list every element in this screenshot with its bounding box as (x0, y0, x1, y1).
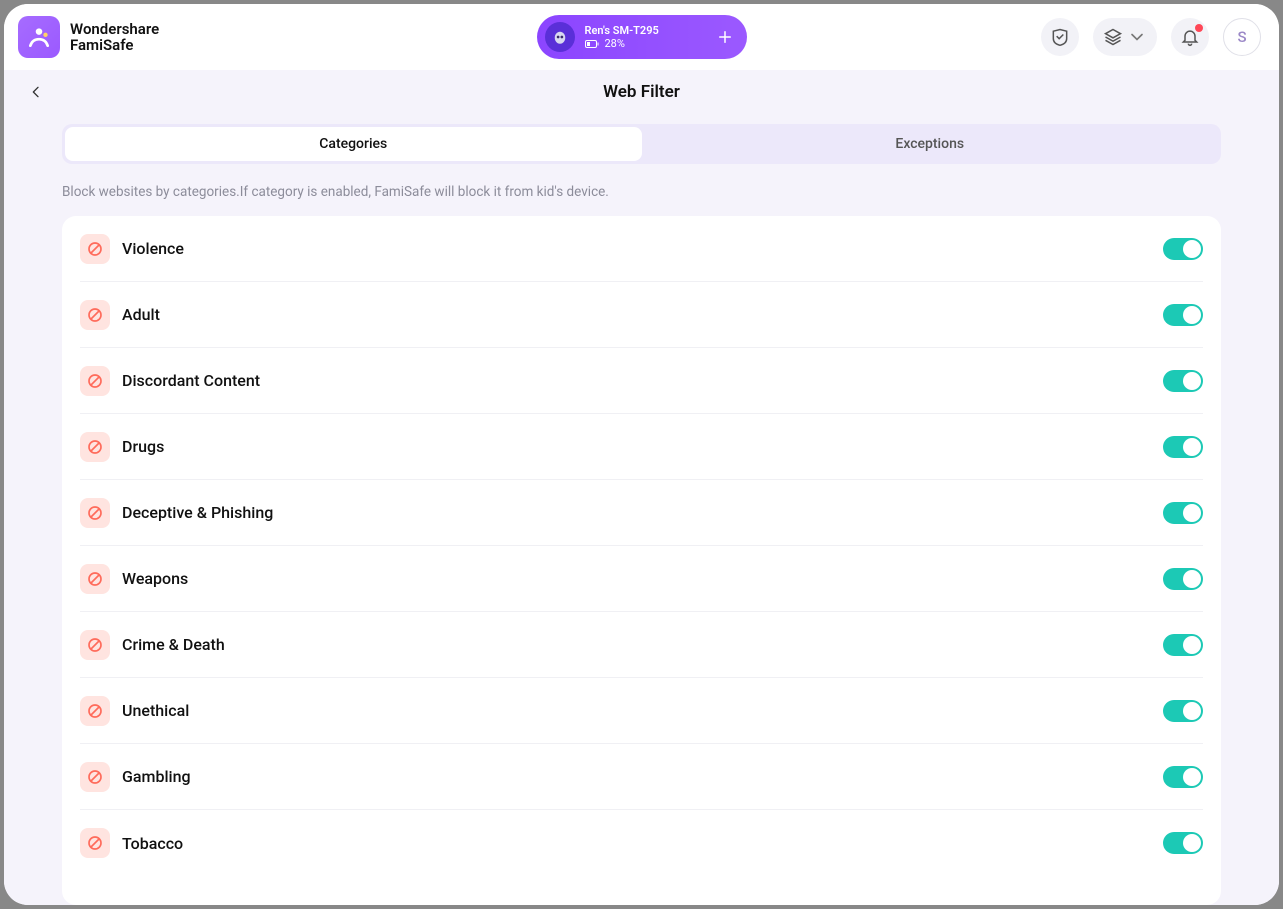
category-row: Tobacco (80, 810, 1203, 876)
device-selector[interactable]: Ren's SM-T295 28% (537, 15, 747, 59)
device-avatar-icon (545, 22, 575, 52)
category-label: Deceptive & Phishing (122, 503, 1151, 522)
category-label: Crime & Death (122, 635, 1151, 654)
avatar-initial: S (1237, 28, 1246, 46)
category-label: Weapons (122, 569, 1151, 588)
header-actions: S (1041, 18, 1261, 56)
block-icon (80, 696, 110, 726)
add-device-button[interactable] (713, 25, 737, 49)
category-row: Unethical (80, 678, 1203, 744)
category-label: Drugs (122, 437, 1151, 456)
category-toggle[interactable] (1163, 304, 1203, 326)
help-text: Block websites by categories.If category… (62, 184, 1221, 200)
header: Wondershare FamiSafe Ren's SM-T295 (4, 4, 1279, 70)
category-row: Discordant Content (80, 348, 1203, 414)
content: Categories Exceptions Block websites by … (4, 114, 1279, 905)
tab-categories[interactable]: Categories (65, 127, 642, 161)
category-toggle[interactable] (1163, 568, 1203, 590)
chevron-down-icon (1127, 27, 1147, 47)
category-toggle[interactable] (1163, 766, 1203, 788)
app-logo-icon (18, 16, 60, 58)
category-toggle[interactable] (1163, 238, 1203, 260)
category-list[interactable]: Violence Adult Discordant Content Drugs … (62, 216, 1221, 905)
device-battery: 28% (585, 37, 679, 50)
category-label: Gambling (122, 767, 1151, 786)
chevron-left-icon (28, 84, 44, 100)
page-bar: Web Filter (4, 70, 1279, 114)
brand-area: Wondershare FamiSafe (18, 16, 159, 58)
block-icon (80, 630, 110, 660)
category-toggle[interactable] (1163, 502, 1203, 524)
category-toggle[interactable] (1163, 634, 1203, 656)
app-window: Wondershare FamiSafe Ren's SM-T295 (4, 4, 1279, 905)
battery-percent: 28% (605, 37, 625, 50)
category-row: Adult (80, 282, 1203, 348)
inbox-button[interactable] (1041, 18, 1079, 56)
brand-line2: FamiSafe (70, 37, 159, 54)
category-row: Drugs (80, 414, 1203, 480)
block-icon (80, 300, 110, 330)
category-toggle[interactable] (1163, 436, 1203, 458)
brand-line1: Wondershare (70, 21, 159, 38)
category-row: Violence (80, 216, 1203, 282)
block-icon (80, 234, 110, 264)
back-button[interactable] (22, 78, 50, 106)
category-toggle[interactable] (1163, 700, 1203, 722)
notification-dot-icon (1195, 24, 1203, 32)
category-row: Deceptive & Phishing (80, 480, 1203, 546)
block-icon (80, 366, 110, 396)
block-icon (80, 762, 110, 792)
category-row: Gambling (80, 744, 1203, 810)
category-row: Weapons (80, 546, 1203, 612)
block-icon (80, 432, 110, 462)
page-title: Web Filter (603, 82, 680, 102)
app-title: Wondershare FamiSafe (70, 21, 159, 54)
tabs: Categories Exceptions (62, 124, 1221, 164)
category-label: Violence (122, 239, 1151, 258)
category-toggle[interactable] (1163, 370, 1203, 392)
tab-exceptions[interactable]: Exceptions (642, 127, 1219, 161)
layers-dropdown[interactable] (1093, 18, 1157, 56)
block-icon (80, 564, 110, 594)
notifications-button[interactable] (1171, 18, 1209, 56)
category-row: Crime & Death (80, 612, 1203, 678)
layers-icon (1103, 27, 1123, 47)
profile-avatar[interactable]: S (1223, 18, 1261, 56)
device-name: Ren's SM-T295 (585, 24, 679, 37)
device-info: Ren's SM-T295 28% (585, 24, 679, 50)
category-label: Discordant Content (122, 371, 1151, 390)
battery-icon (585, 40, 599, 48)
block-icon (80, 828, 110, 858)
category-label: Unethical (122, 701, 1151, 720)
category-label: Adult (122, 305, 1151, 324)
category-label: Tobacco (122, 834, 1151, 853)
category-toggle[interactable] (1163, 832, 1203, 854)
block-icon (80, 498, 110, 528)
